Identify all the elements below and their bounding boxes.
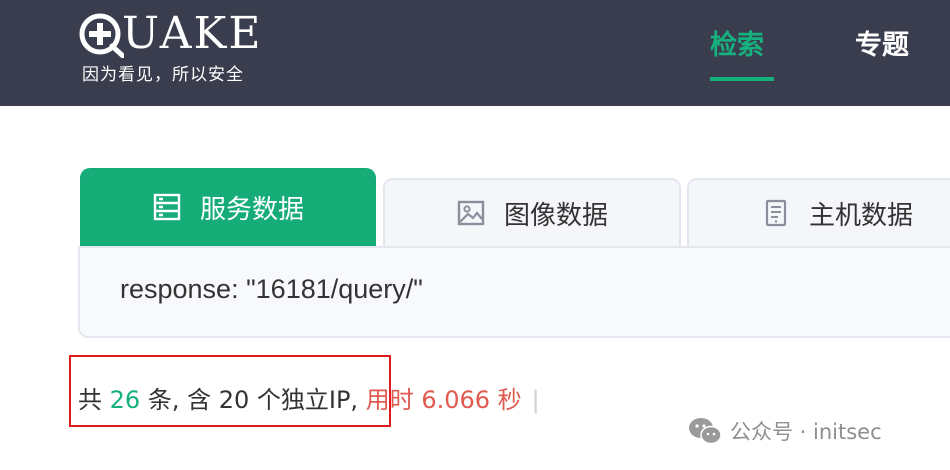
logo-wordmark: UAKE bbox=[122, 8, 263, 59]
highlight-annotation-box bbox=[69, 355, 391, 427]
tab-label: 服务数据 bbox=[199, 194, 304, 225]
nav-item-search[interactable]: 检索 bbox=[710, 28, 764, 64]
nav-item-topics[interactable]: 专题 bbox=[855, 28, 909, 64]
image-icon bbox=[457, 200, 485, 226]
search-query-text[interactable]: response: "16181/query/" bbox=[120, 274, 423, 305]
watermark-text: 公众号 · initsec bbox=[730, 420, 882, 444]
tab-image-data[interactable]: 图像数据 bbox=[383, 178, 681, 246]
tab-label: 图像数据 bbox=[503, 200, 608, 231]
quake-logo[interactable]: UAKE 因为看见，所以安全 bbox=[78, 8, 298, 88]
host-document-icon bbox=[765, 199, 787, 227]
tab-label: 主机数据 bbox=[809, 200, 914, 231]
top-navigation-bar: UAKE 因为看见，所以安全 检索 专题 bbox=[0, 0, 950, 106]
result-separator: | bbox=[531, 386, 540, 414]
wechat-icon bbox=[689, 418, 722, 445]
wechat-watermark: 公众号 · initsec bbox=[688, 416, 882, 446]
tab-service-data[interactable]: 服务数据 bbox=[80, 168, 376, 246]
nav-active-underline bbox=[710, 77, 774, 81]
search-query-box[interactable]: response: "16181/query/" bbox=[78, 246, 950, 338]
server-list-icon bbox=[153, 193, 181, 221]
logo-slogan: 因为看见，所以安全 bbox=[82, 65, 244, 85]
quake-logo-mark-icon bbox=[79, 13, 124, 58]
tab-host-data[interactable]: 主机数据 bbox=[687, 178, 950, 246]
